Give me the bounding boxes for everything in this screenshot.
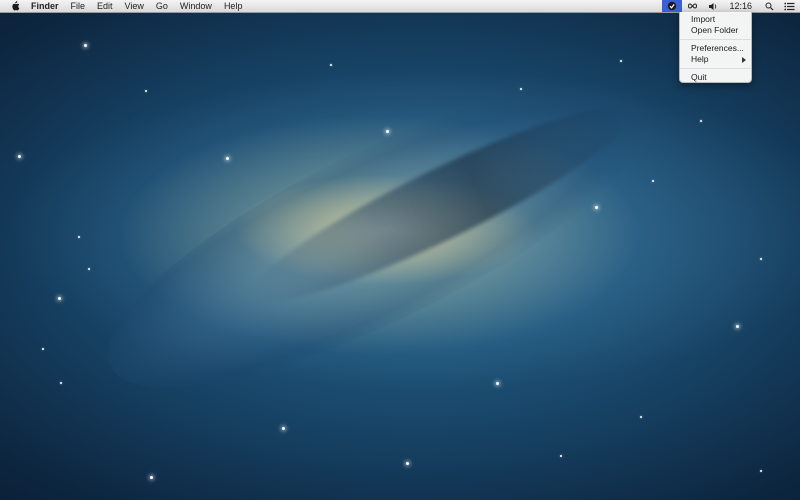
menu-item-help-label: Help <box>691 54 709 64</box>
star <box>60 382 62 384</box>
notification-center-icon <box>784 2 795 10</box>
star <box>652 180 654 182</box>
star <box>84 44 87 47</box>
menu-go[interactable]: Go <box>150 0 174 12</box>
star <box>88 268 90 270</box>
apple-logo-icon <box>12 1 20 11</box>
menu-bar-left: Finder File Edit View Go Window Help <box>0 0 248 12</box>
infinity-icon <box>688 3 698 9</box>
menu-app-finder[interactable]: Finder <box>28 0 65 12</box>
notification-center-status-item[interactable] <box>779 0 800 12</box>
infinity-status-item[interactable] <box>682 0 703 12</box>
menu-separator <box>680 39 751 40</box>
star <box>78 236 80 238</box>
spotlight-search-icon <box>765 2 774 10</box>
star <box>58 297 61 300</box>
app-status-item[interactable] <box>662 0 683 12</box>
menu-window[interactable]: Window <box>174 0 218 12</box>
star <box>42 348 44 350</box>
star <box>640 416 642 418</box>
app-status-icon <box>668 1 677 11</box>
star <box>18 155 21 158</box>
spotlight-status-item[interactable] <box>760 0 779 12</box>
menu-separator <box>680 68 751 69</box>
star <box>620 60 622 62</box>
star <box>700 120 702 122</box>
submenu-arrow-icon <box>742 57 746 63</box>
star <box>736 325 739 328</box>
menu-item-preferences[interactable]: Preferences... <box>680 43 751 54</box>
menu-bar-clock[interactable]: 12:16 <box>723 0 760 12</box>
menu-help[interactable]: Help <box>218 0 249 12</box>
star <box>226 157 229 160</box>
star <box>560 455 562 457</box>
apple-menu-icon[interactable] <box>9 1 21 11</box>
menu-view[interactable]: View <box>119 0 150 12</box>
menu-item-help[interactable]: Help <box>680 54 751 65</box>
menu-item-import[interactable]: Import <box>680 14 751 25</box>
star <box>760 470 762 472</box>
menu-bar-status-area: 12:16 <box>662 0 800 12</box>
star <box>145 90 147 92</box>
star <box>330 64 332 66</box>
star <box>282 427 285 430</box>
star <box>760 258 762 260</box>
status-item-dropdown-menu: Import Open Folder Preferences... Help Q… <box>679 12 752 83</box>
star <box>386 130 389 133</box>
menu-item-quit[interactable]: Quit <box>680 72 751 83</box>
star <box>406 462 409 465</box>
menu-file[interactable]: File <box>65 0 92 12</box>
volume-icon <box>709 2 717 10</box>
star <box>150 476 153 479</box>
volume-status-item[interactable] <box>703 0 723 12</box>
star <box>496 382 499 385</box>
star <box>595 206 598 209</box>
star <box>520 88 522 90</box>
menu-item-open-folder[interactable]: Open Folder <box>680 25 751 36</box>
menu-edit[interactable]: Edit <box>91 0 119 12</box>
